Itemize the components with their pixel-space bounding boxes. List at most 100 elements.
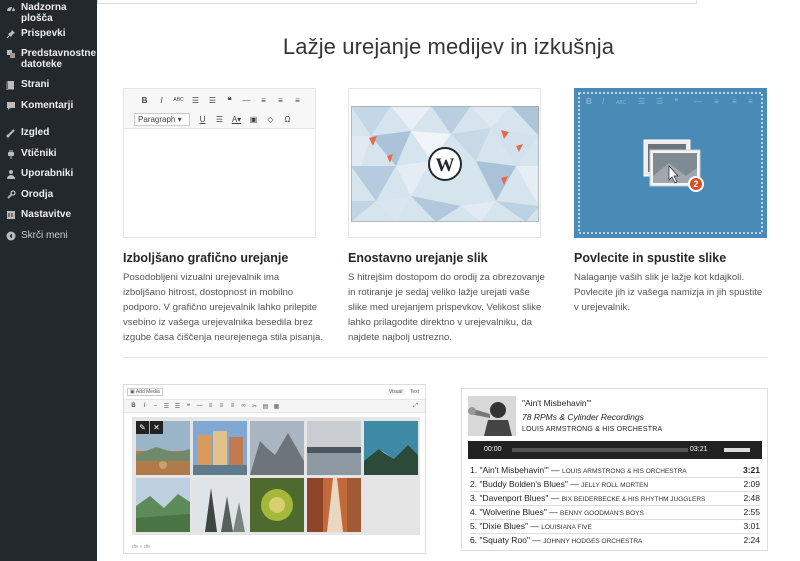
align-left-icon: ≡	[261, 95, 266, 105]
feature-title-dragdrop: Povlecite in spustite slike	[574, 251, 727, 265]
svg-text:≡: ≡	[732, 97, 737, 106]
sidebar-item-label: Nadzorna plošča	[21, 2, 67, 24]
svg-text:—: —	[694, 97, 702, 106]
sidebar-item-appearance[interactable]: Izgled	[0, 127, 49, 138]
svg-text:☰: ☰	[656, 97, 663, 106]
svg-text:W: W	[436, 155, 455, 176]
svg-text:ABC: ABC	[616, 100, 627, 106]
media-icon	[6, 49, 16, 59]
playlist-track: 4. "Wolverine Blues" — BENNY GOODMAN'S B…	[470, 507, 760, 520]
audio-player-controls: 00:00 03:21	[468, 441, 762, 459]
dashboard-icon	[6, 3, 16, 13]
sidebar-item-settings[interactable]: Nastavitve	[0, 209, 71, 220]
playlist-track: 6. "Squaty Roo" — JOHNNY HODGES ORCHESTR…	[470, 535, 760, 545]
playlist-track: 2. "Buddy Bolden's Blues" — JELLY ROLL M…	[470, 479, 760, 492]
admin-sidebar: Nadzorna plošča Prispevki Predstavnostne…	[0, 0, 97, 561]
gallery-image	[307, 478, 361, 532]
sidebar-collapse-menu[interactable]: Skrči meni	[0, 230, 68, 241]
current-time: 00:00	[484, 446, 502, 453]
sidebar-item-posts[interactable]: Prispevki	[0, 28, 65, 39]
editor-toolbar: B I ABC ☰ ☰ ❝ — ≡ ≡ ≡ Paragraph ▾ U ☰ A▾…	[124, 89, 315, 129]
gallery-image	[250, 421, 304, 475]
sidebar-item-label: Skrči meni	[21, 230, 68, 241]
drop-zone-illustration: B I ABC ☰ ☰ ❝ — ≡ ≡ ≡	[578, 92, 763, 234]
playlist-track: 3. "Davenport Blues" — BIX BEIDERBECKE &…	[470, 493, 760, 506]
text-color-icon: A▾	[231, 114, 242, 124]
element-path: div » div	[132, 544, 151, 550]
feature-title-images: Enostavno urejanje slik	[348, 251, 488, 265]
sidebar-item-label: Komentarji	[21, 100, 74, 111]
svg-text:I: I	[602, 97, 605, 106]
blockquote-icon: ❝	[227, 95, 232, 105]
pin-icon	[6, 29, 16, 39]
sidebar-item-label: Prispevki	[21, 28, 66, 39]
polygon-artwork: W	[351, 106, 539, 222]
italic-icon: I	[160, 95, 163, 105]
comment-icon	[6, 101, 16, 111]
users-icon	[6, 169, 16, 179]
align-center-icon: ≡	[278, 95, 283, 105]
gallery-image	[193, 478, 247, 532]
sidebar-item-label: Orodja	[21, 189, 54, 200]
sidebar-item-plugins[interactable]: Vtičniki	[0, 148, 57, 159]
wrench-icon	[6, 190, 16, 200]
page-icon	[6, 80, 16, 90]
gallery-toolbar: B I – ☰ ☰ ❝ — ≡ ≡ ≡ ∞ ✂ ▤ ▦ ⤢	[124, 399, 425, 413]
gallery-image	[250, 478, 304, 532]
paste-text-icon: ▣	[249, 114, 258, 124]
top-panel-edge	[97, 0, 697, 4]
gallery-grid: ✎ ✕	[132, 417, 420, 535]
sidebar-item-label: Nastavitve	[21, 209, 72, 220]
album-title: 78 RPMs & Cylinder Recordings	[522, 412, 644, 422]
sidebar-item-users[interactable]: Uporabniki	[0, 168, 73, 179]
gallery-image	[364, 421, 418, 475]
section-divider	[123, 357, 768, 358]
collapse-icon	[6, 231, 16, 241]
feature-text-images: S hitrejšim dostopom do orodij za obrezo…	[348, 272, 545, 343]
justify-icon: ☰	[215, 114, 224, 124]
audio-playlist-preview: "Ain't Misbehavin'" 78 RPMs & Cylinder R…	[461, 388, 768, 551]
sidebar-item-media[interactable]: Predstavnostne datoteke	[0, 48, 97, 70]
image-editing-preview: W	[348, 88, 541, 238]
gallery-image	[193, 421, 247, 475]
paragraph-format-select: Paragraph ▾	[134, 112, 190, 126]
sidebar-item-label: Vtičniki	[21, 148, 57, 159]
gallery-image	[307, 421, 361, 475]
track-title: "Ain't Misbehavin'"	[522, 398, 592, 408]
sidebar-item-tools[interactable]: Orodja	[0, 189, 53, 200]
album-cover	[468, 396, 516, 436]
feature-title-editor: Izboljšano grafično urejanje	[123, 251, 289, 265]
total-time: 03:21	[690, 446, 708, 453]
upload-count-badge: 2	[688, 176, 704, 192]
drag-drop-preview: B I ABC ☰ ☰ ❝ — ≡ ≡ ≡ 2	[574, 88, 767, 238]
svg-text:❝: ❝	[674, 97, 678, 106]
horizontal-line-icon: —	[242, 95, 251, 105]
special-char-icon: Ω	[284, 114, 291, 124]
plugin-icon	[6, 149, 16, 159]
artist-name: LOUIS ARMSTRONG & HIS ORCHESTRA	[522, 426, 663, 433]
align-right-icon: ≡	[295, 95, 300, 105]
strikethrough-icon: ABC	[173, 97, 184, 103]
close-icon: ✕	[150, 421, 163, 434]
tab-text: Text	[409, 389, 419, 395]
edit-icon: ✎	[136, 421, 149, 434]
progress-track	[512, 448, 688, 452]
gallery-edit-controls: ✎ ✕	[136, 421, 164, 434]
sidebar-item-dashboard[interactable]: Nadzorna plošča	[0, 2, 97, 24]
page-headline: Lažje urejanje medijev in izkušnja	[282, 34, 615, 59]
tab-visual: Visual	[385, 389, 406, 395]
bullet-list-icon: ☰	[191, 95, 200, 105]
bold-icon: B	[141, 95, 148, 105]
svg-text:☰: ☰	[638, 97, 645, 106]
sidebar-item-pages[interactable]: Strani	[0, 79, 49, 90]
svg-text:≡: ≡	[714, 97, 719, 106]
svg-text:≡: ≡	[748, 97, 753, 106]
sidebar-item-label: Izgled	[21, 127, 50, 138]
gallery-image	[136, 478, 190, 532]
svg-text:B: B	[586, 97, 592, 106]
playlist-track: 5. "Dixie Blues" — LOUISIANA FIVE 3:01	[470, 521, 760, 534]
sidebar-item-comments[interactable]: Komentarji	[0, 100, 73, 111]
playlist-track: 1. "Ain't Misbehavin'" — LOUIS ARMSTRONG…	[470, 465, 760, 478]
feature-text-dragdrop: Nalaganje vaših slik je lažje kot kdajko…	[574, 272, 763, 313]
feature-text-editor: Posodobljeni vizualni urejevalnik ima iz…	[123, 272, 323, 343]
